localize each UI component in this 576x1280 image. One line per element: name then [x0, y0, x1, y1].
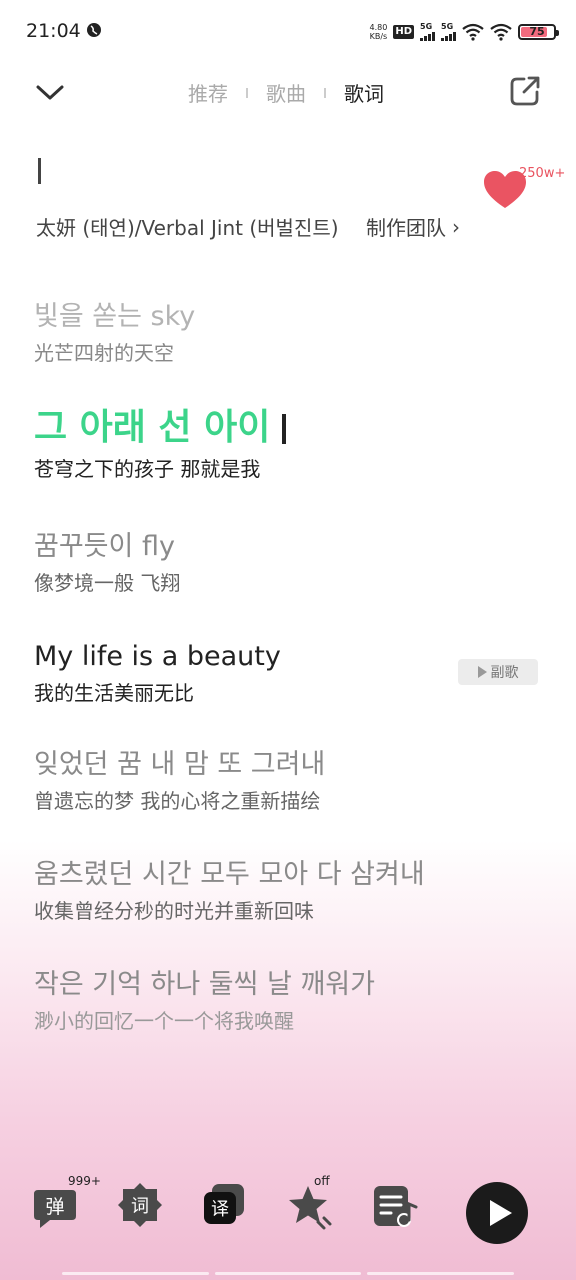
- lyric-original-current: 그 아래 선 아이: [34, 406, 287, 450]
- lyric-translation: 收集曾经分秒的时光并重新回味: [34, 899, 314, 923]
- text-cursor: [282, 414, 287, 444]
- playlist-lyric-icon[interactable]: [370, 1182, 420, 1232]
- signal-icon-2: 5G: [441, 23, 456, 41]
- lyric-original: 움츠렸던 시간 모두 모아 다 삼켜내: [34, 859, 425, 890]
- play-icon: [490, 1200, 512, 1226]
- lyric-original: 잊었던 꿈 내 맘 또 그려내: [34, 749, 326, 780]
- chevron-right-icon[interactable]: ›: [452, 215, 460, 239]
- battery-icon: 75: [518, 24, 559, 40]
- signal-icon: 5G: [420, 23, 435, 41]
- status-bar: 21:04 4.80 KB/s HD 5G 5G 75: [0, 0, 576, 64]
- tab-recommend[interactable]: 推荐: [188, 78, 228, 107]
- lyric-translation: 渺小的回忆一个一个将我唤醒: [34, 1009, 294, 1033]
- tab-divider: [324, 87, 326, 98]
- lyric-original: 꿈꾸듯이 fly: [34, 531, 175, 562]
- chorus-button[interactable]: 副歌: [458, 659, 538, 685]
- svg-text:弹: 弹: [45, 1196, 64, 1218]
- lyric-translation: 曾遗忘的梦 我的心将之重新描绘: [34, 789, 321, 813]
- lyric-translation-current: 苍穹之下的孩子 那就是我: [34, 457, 261, 481]
- artist-name[interactable]: 太妍 (태연)/Verbal Jint (버벌진트): [36, 212, 348, 241]
- lyric-translation: 光芒四射的天空: [34, 341, 174, 365]
- svg-text:译: 译: [211, 1199, 229, 1220]
- header-tabs: 推荐 歌曲 歌词: [188, 78, 384, 107]
- star-icon[interactable]: [284, 1182, 334, 1232]
- tab-lyrics[interactable]: 歌词: [344, 78, 384, 107]
- lyric-line[interactable]: 잊었던 꿈 내 맘 또 그려내 曾遗忘的梦 我的心将之重新描绘: [34, 748, 325, 814]
- lyric-style-icon[interactable]: 词: [115, 1180, 165, 1230]
- danmaku-icon[interactable]: 弹: [32, 1182, 82, 1232]
- share-icon[interactable]: [508, 74, 542, 108]
- status-icons: 4.80 KB/s HD 5G 5G 75: [369, 20, 559, 44]
- tab-divider: [246, 87, 248, 98]
- play-small-icon: [477, 666, 487, 678]
- net-speed: 4.80 KB/s: [369, 23, 388, 41]
- lyric-original: My life is a beauty: [34, 641, 281, 672]
- wifi-icon: [462, 23, 484, 41]
- star-off-badge: off: [314, 1174, 330, 1188]
- lyric-line-current[interactable]: 그 아래 선 아이 苍穹之下的孩子 那就是我: [34, 406, 287, 482]
- collapse-chevron-icon[interactable]: [34, 78, 66, 106]
- translate-icon[interactable]: 译: [198, 1180, 248, 1230]
- wifi-icon-2: [490, 23, 512, 41]
- lyric-line[interactable]: 작은 기억 하나 둘씩 날 깨워가 渺小的回忆一个一个将我唤醒: [34, 968, 375, 1034]
- bottom-divider: [62, 1272, 515, 1275]
- lyric-line[interactable]: 움츠렸던 시간 모두 모아 다 삼켜내 收集曾经分秒的时光并重新回味: [34, 858, 425, 924]
- danmaku-count-badge: 999+: [68, 1174, 101, 1188]
- svg-text:词: 词: [131, 1196, 149, 1217]
- lyric-line[interactable]: My life is a beauty 我的生活美丽无比: [34, 640, 281, 706]
- lyric-translation: 像梦境一般 飞翔: [34, 571, 181, 595]
- lyric-original: 빛을 쏟는 sky: [34, 301, 196, 332]
- lyric-line[interactable]: 꿈꾸듯이 fly 像梦境一般 飞翔: [34, 530, 180, 596]
- text-cursor: [38, 158, 41, 184]
- status-time: 21:04: [26, 20, 81, 42]
- play-button[interactable]: [466, 1182, 528, 1244]
- lyric-line[interactable]: 빛을 쏟는 sky 光芒四射的天空: [34, 300, 195, 366]
- artist-row: 太妍 (태연)/Verbal Jint (버벌진트) 制作团队 ›: [36, 212, 460, 241]
- lyric-original: 작은 기억 하나 둘씩 날 깨워가: [34, 969, 375, 1000]
- globe-icon: [87, 23, 101, 37]
- lyric-translation: 我的生活美丽无比: [34, 681, 194, 705]
- tab-songs[interactable]: 歌曲: [266, 78, 306, 107]
- like-count: 250w+: [519, 166, 566, 181]
- credits-link[interactable]: 制作团队: [366, 212, 446, 241]
- hd-icon: HD: [393, 25, 414, 39]
